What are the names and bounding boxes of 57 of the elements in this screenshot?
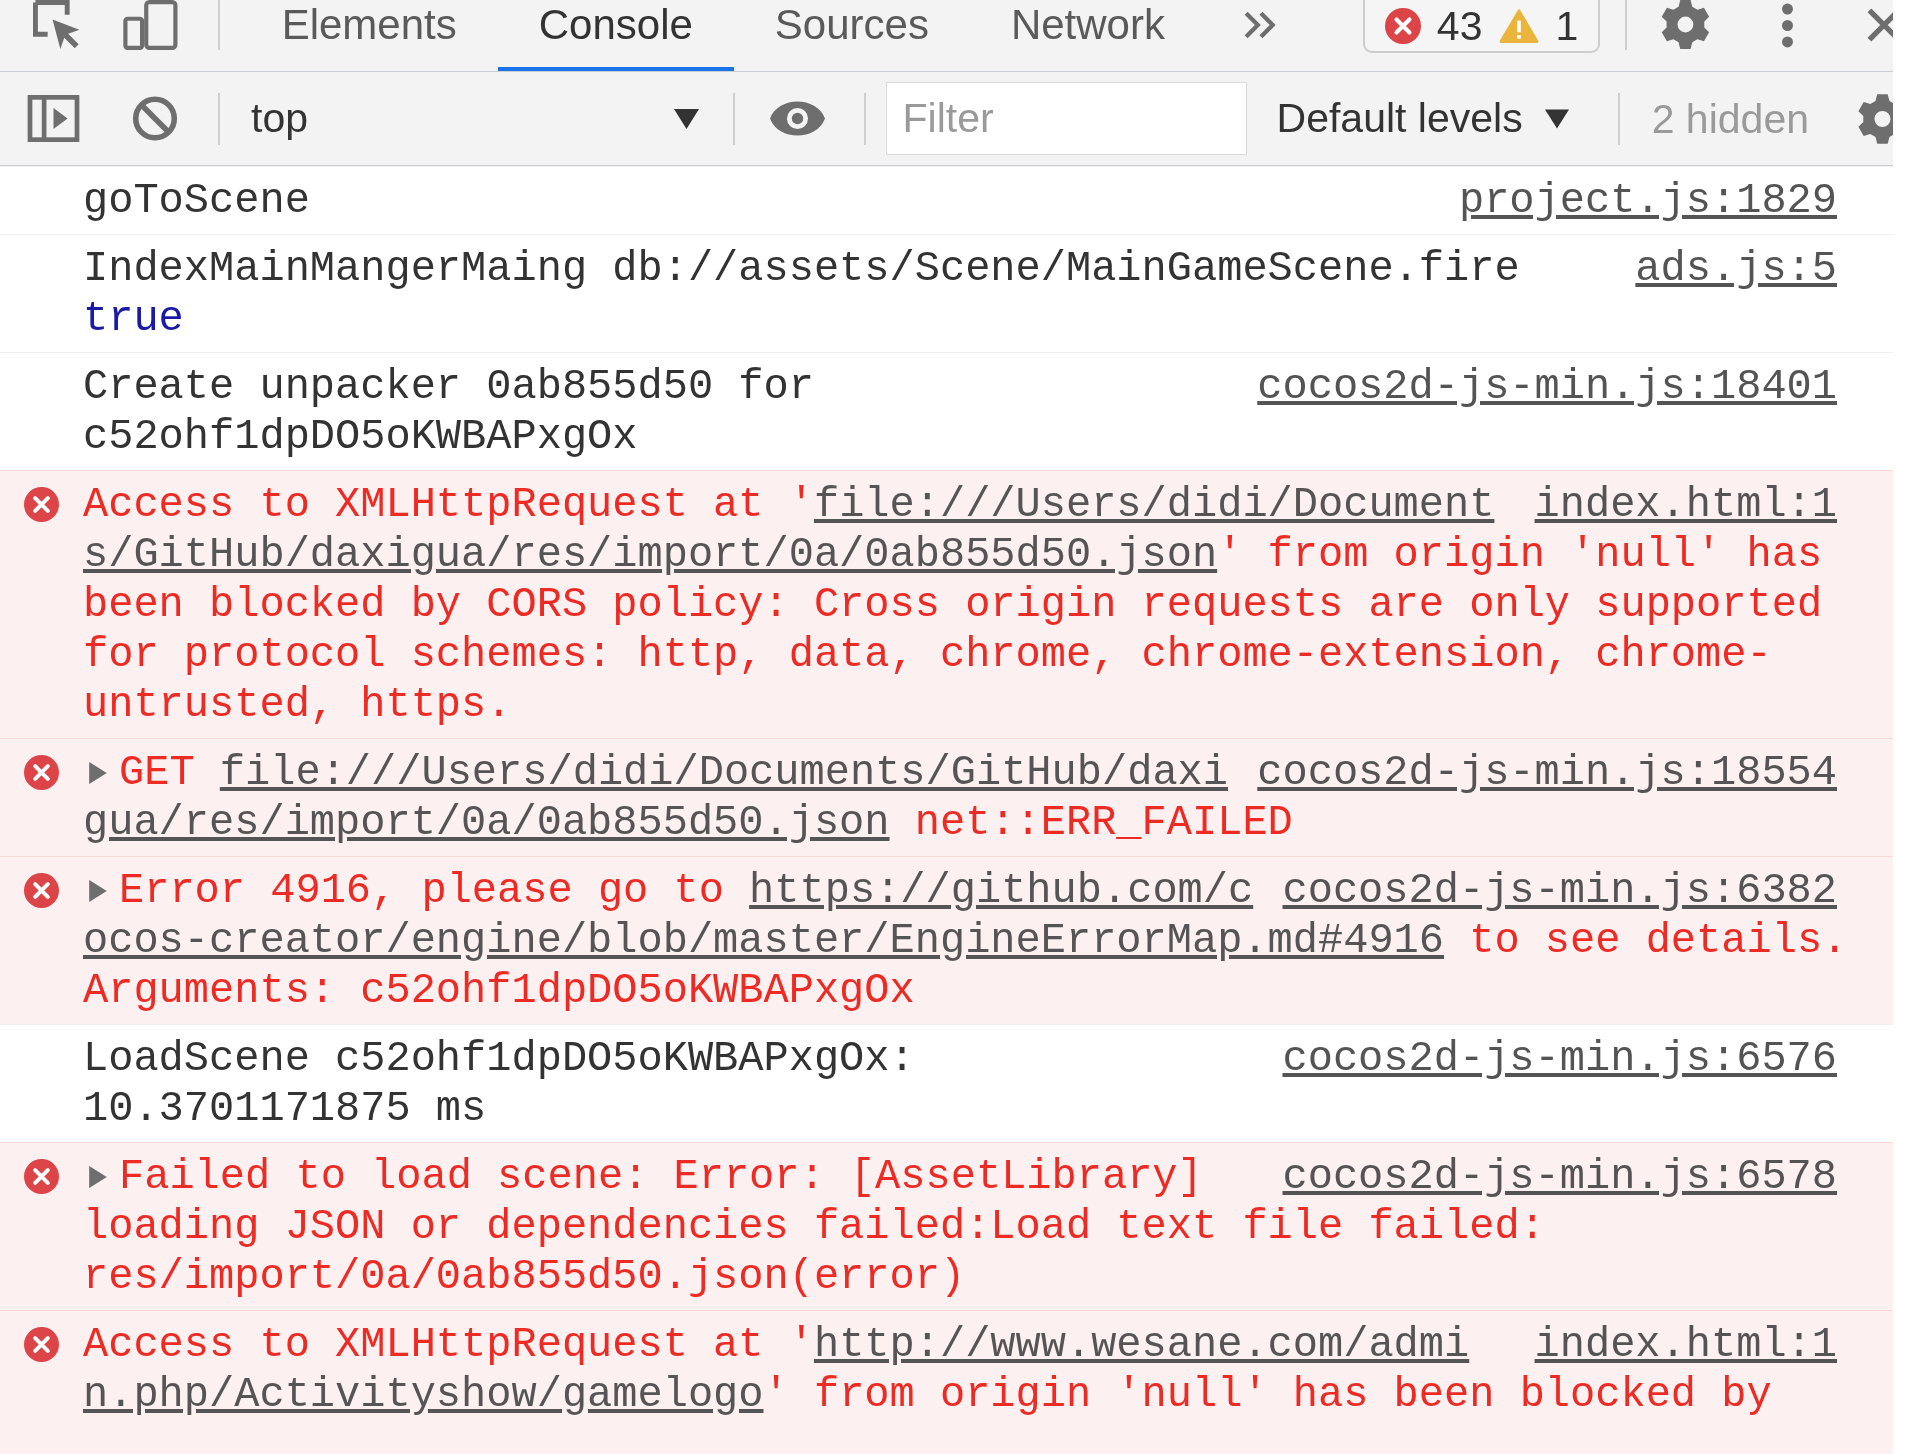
error-count: 43 bbox=[1436, 1, 1483, 51]
warning-count: 1 bbox=[1555, 1, 1579, 51]
source-link[interactable]: cocos2d-js-min.js:6576 bbox=[1282, 1034, 1837, 1084]
url-link[interactable]: file:///Users/didi/Document bbox=[813, 481, 1495, 529]
error-icon bbox=[1384, 7, 1421, 44]
source-link[interactable]: ads.js:5 bbox=[1635, 244, 1837, 294]
circle-slash-icon[interactable] bbox=[132, 96, 178, 141]
context-select[interactable]: top bbox=[251, 88, 699, 149]
close-icon[interactable] bbox=[1867, 8, 1893, 42]
panel-tab[interactable]: Elements bbox=[240, 0, 498, 71]
url-link[interactable]: http://www.wesane.com/admi bbox=[813, 1321, 1470, 1369]
eye-icon[interactable] bbox=[769, 101, 825, 136]
caret-down-icon bbox=[673, 108, 699, 129]
double-chevron-icon[interactable] bbox=[1243, 11, 1277, 39]
settings-icon[interactable] bbox=[1858, 93, 1893, 144]
panel-tab[interactable]: Sources bbox=[733, 0, 970, 71]
url-link[interactable]: file:///Users/didi/Documents/GitHub/daxi bbox=[219, 749, 1228, 797]
source-link[interactable]: cocos2d-js-min.js:18554 bbox=[1257, 748, 1837, 798]
caret-down-icon bbox=[1544, 108, 1569, 129]
console-message: Create unpacker 0ab855d50 for c52ohf1dpDO5oKWBAPxgOx cocos2d-js-min.js:18401 bbox=[83, 362, 1838, 462]
log-levels-dropdown[interactable]: Default levels bbox=[1276, 88, 1569, 149]
source-link[interactable]: index.html:1 bbox=[1534, 1320, 1837, 1370]
error-icon bbox=[24, 755, 59, 790]
url-link[interactable]: n.php/Activityshow/gamelogo bbox=[83, 1371, 764, 1419]
console-message: goToScene project.js:1829 bbox=[83, 176, 1838, 226]
settings-icon[interactable] bbox=[1661, 0, 1711, 49]
source-link[interactable]: project.js:1829 bbox=[1458, 176, 1837, 226]
error-icon bbox=[24, 487, 59, 522]
source-link[interactable]: index.html:1 bbox=[1534, 480, 1837, 530]
expand-triangle-icon[interactable] bbox=[88, 1166, 108, 1188]
hidden-count-label: 2 hidden bbox=[1651, 94, 1809, 144]
console-message: IndexMainMangerMaing db://assets/Scene/MainGameScene.fire ads.js:5 true bbox=[83, 244, 1838, 344]
source-link[interactable]: cocos2d-js-min.js:18401 bbox=[1257, 362, 1837, 412]
url-link[interactable]: https://github.com/c bbox=[749, 867, 1254, 915]
console-message: Error 4916, please go to https://github.com/c cocos2d-js-min.js:6382 ocos-creator/engine/blob/master/EngineErrorMap.md#4916 to see details. Arguments: c52ohf1dpDO5oKWBAPxgOx bbox=[83, 866, 1849, 1016]
warning-icon bbox=[1499, 7, 1540, 44]
panel-tab[interactable]: Network bbox=[969, 0, 1206, 71]
kebab-menu-icon[interactable] bbox=[1782, 3, 1794, 48]
expand-triangle-icon[interactable] bbox=[88, 880, 108, 902]
console-message: Access to XMLHttpRequest at 'http://www.wesane.com/admi index.html:1 n.php/Activityshow/gamelogo' from origin 'null' has been blocked by bbox=[83, 1320, 1838, 1420]
url-link[interactable]: s/GitHub/daxigua/res/import/0a/0ab855d50.json bbox=[83, 531, 1218, 579]
expand-triangle-icon[interactable] bbox=[88, 762, 108, 784]
issues-counter[interactable]: 43 1 bbox=[1362, 0, 1601, 53]
console-message: LoadScene c52ohf1dpDO5oKWBAPxgOx: 10.3701171875 ms cocos2d-js-min.js:6576 bbox=[83, 1034, 1838, 1134]
source-link[interactable]: cocos2d-js-min.js:6382 bbox=[1282, 866, 1837, 916]
console-message: Failed to load scene: Error: [AssetLibrary] loading JSON or dependencies failed:Load text file failed: res/import/0a/0ab855d50.json(error) cocos2d-js-min.js:6578 bbox=[83, 1152, 1838, 1302]
console-message: Access to XMLHttpRequest at 'file:///Users/didi/Document index.html:1 s/GitHub/daxigua/res/import/0a/0ab855d50.json' from origin 'null' has been blocked by CORS policy: Cross origin requests are only supported for protocol schemes: http, data, chrome, chrome-extension, chrome-untrusted, https. bbox=[83, 480, 1838, 730]
error-icon bbox=[24, 1159, 59, 1194]
error-icon bbox=[24, 1327, 59, 1362]
error-icon bbox=[24, 873, 59, 908]
filter-field[interactable]: Filter bbox=[885, 82, 1247, 155]
panel-play-icon[interactable] bbox=[27, 95, 80, 142]
url-link[interactable]: gua/res/import/0a/0ab855d50.json bbox=[83, 799, 890, 847]
url-link[interactable]: ocos-creator/engine/blob/master/EngineErrorMap.md#4916 bbox=[83, 917, 1445, 965]
devices-icon[interactable] bbox=[122, 0, 178, 50]
console-message: GET file:///Users/didi/Documents/GitHub/daxi cocos2d-js-min.js:18554 gua/res/import/0a/0ab855d50.json net::ERR_FAILED bbox=[83, 748, 1838, 848]
source-link[interactable]: cocos2d-js-min.js:6578 bbox=[1282, 1152, 1837, 1202]
